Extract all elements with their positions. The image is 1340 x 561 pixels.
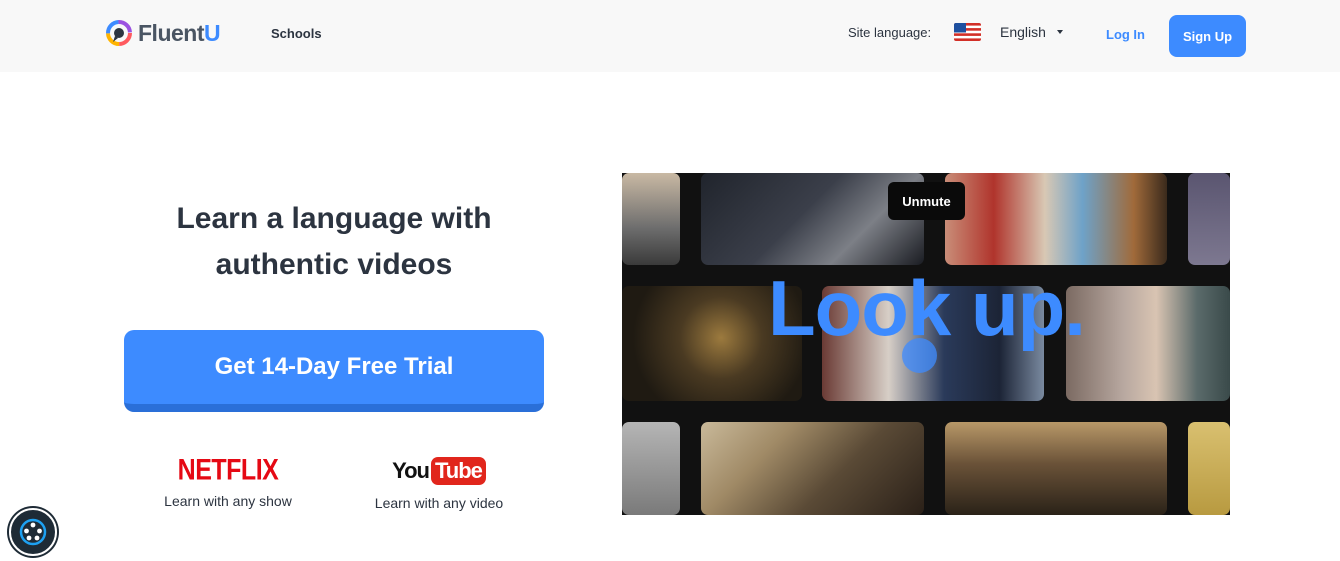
free-trial-button[interactable]: Get 14-Day Free Trial: [124, 330, 544, 412]
youtube-caption: Learn with any video: [374, 495, 504, 511]
promo-video[interactable]: Look up. Unmute: [622, 173, 1230, 515]
language-dropdown[interactable]: English: [1000, 24, 1063, 40]
video-tile: [1188, 422, 1230, 515]
accessibility-button[interactable]: [9, 508, 57, 556]
accessibility-icon: [19, 518, 47, 546]
fluentu-globe-icon: [106, 20, 132, 46]
hero-headline: Learn a language with authentic videos: [176, 202, 492, 281]
video-tile: [701, 422, 924, 515]
youtube-partner: You Tube Learn with any video: [358, 456, 520, 511]
nav-schools-link[interactable]: Schools: [271, 26, 322, 41]
video-tile: [622, 173, 680, 265]
cursor-indicator: [902, 338, 937, 373]
video-tile: [1188, 173, 1230, 265]
netflix-caption: Learn with any show: [164, 493, 292, 509]
login-link[interactable]: Log In: [1106, 27, 1145, 42]
video-tile: [945, 173, 1167, 265]
brand-name: FluentU: [138, 19, 221, 46]
chevron-down-icon: [1056, 30, 1063, 34]
video-tile: [622, 422, 680, 515]
fluentu-logo[interactable]: FluentU: [106, 18, 221, 48]
netflix-logo: NETFLIX: [177, 453, 279, 487]
selected-language: English: [1000, 24, 1046, 40]
site-header: FluentU Schools Site language: English L…: [0, 0, 1340, 72]
video-tile: [1066, 286, 1230, 401]
netflix-partner: NETFLIX Learn with any show: [148, 453, 308, 509]
unmute-button[interactable]: Unmute: [888, 182, 965, 220]
us-flag-icon: [954, 23, 981, 41]
site-language-label: Site language:: [848, 25, 932, 40]
video-tile: [945, 422, 1167, 515]
signup-button[interactable]: Sign Up: [1169, 15, 1246, 57]
youtube-logo: You Tube: [392, 456, 486, 486]
